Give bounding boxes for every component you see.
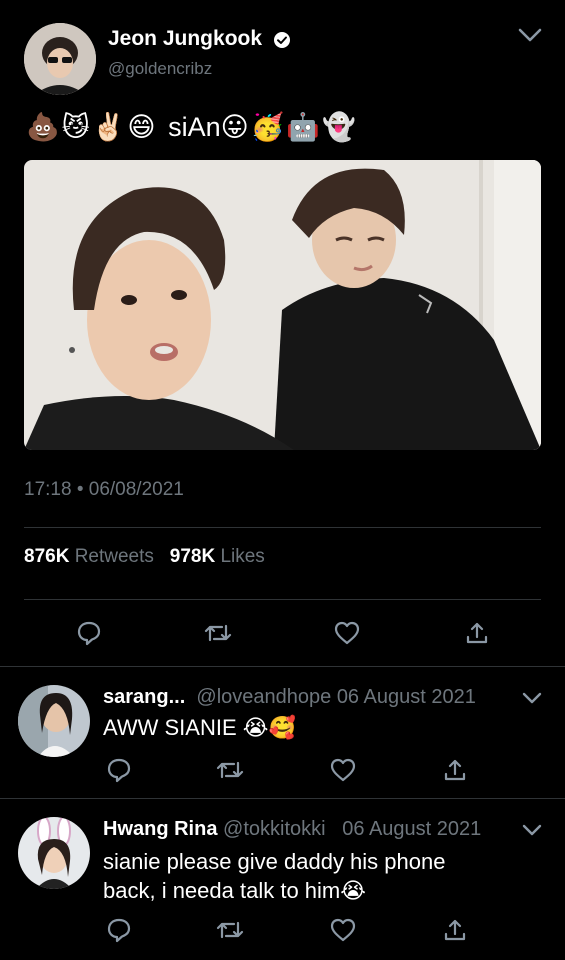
like-icon[interactable]: [333, 620, 361, 646]
divider: [24, 527, 541, 528]
reply-icon[interactable]: [106, 757, 132, 783]
tweet-stats: 876K Retweets 978K Likes: [24, 546, 265, 568]
reply-author-handle[interactable]: @tokkitokki: [223, 818, 326, 840]
verified-badge-icon: [273, 31, 291, 49]
likes-label: Likes: [220, 546, 265, 567]
likes-count: 978K: [169, 546, 216, 567]
reply-text-line: sianie please give daddy his phone: [103, 849, 446, 874]
retweets-stat[interactable]: 876K Retweets: [24, 546, 159, 567]
reply-icon[interactable]: [76, 620, 102, 646]
tweet-emojis-after: 😛🥳🤖👻: [220, 112, 358, 143]
reply-header: Hwang Rina @tokkitokki 06 August 2021: [103, 818, 481, 841]
chevron-down-icon[interactable]: [521, 822, 543, 838]
reply-icon[interactable]: [106, 917, 132, 943]
divider: [0, 798, 565, 799]
author-avatar[interactable]: [24, 23, 96, 95]
retweet-icon[interactable]: [215, 757, 245, 783]
reply-author-name[interactable]: sarang...: [103, 686, 185, 708]
retweet-icon[interactable]: [203, 620, 233, 646]
retweets-label: Retweets: [74, 546, 154, 567]
retweets-count: 876K: [24, 546, 70, 567]
chevron-down-icon[interactable]: [521, 690, 543, 706]
likes-stat[interactable]: 978K Likes: [170, 546, 265, 567]
like-icon[interactable]: [329, 917, 357, 943]
share-icon[interactable]: [465, 620, 489, 646]
reply-date[interactable]: 06 August 2021: [342, 818, 481, 840]
reply-header: sarang... @loveandhope 06 August 2021: [103, 686, 476, 709]
reply-date[interactable]: 06 August 2021: [337, 686, 476, 708]
tweet-word: siAn: [168, 112, 221, 142]
reply-text: sianie please give daddy his phone back,…: [103, 847, 445, 905]
author-handle[interactable]: @goldencribz: [108, 59, 212, 79]
reply-avatar[interactable]: [18, 685, 90, 757]
tweet-emojis-before: 💩😼✌🏻😄: [26, 112, 158, 143]
divider: [0, 666, 565, 667]
reply-text-line: back, i needa talk to him😭: [103, 878, 366, 903]
author-name[interactable]: Jeon Jungkook: [108, 27, 262, 51]
author-name-text[interactable]: Jeon Jungkook: [108, 27, 262, 50]
share-icon[interactable]: [443, 757, 467, 783]
reply-author-name[interactable]: Hwang Rina: [103, 818, 217, 840]
chevron-down-icon[interactable]: [517, 26, 543, 44]
reply-avatar[interactable]: [18, 817, 90, 889]
like-icon[interactable]: [329, 757, 357, 783]
tweet-text: 💩😼✌🏻😄 siAn😛🥳🤖👻: [26, 111, 358, 143]
divider: [24, 599, 541, 600]
tweet-timestamp[interactable]: 17:18 • 06/08/2021: [24, 479, 184, 501]
reply-author-handle[interactable]: @loveandhope: [196, 686, 331, 708]
share-icon[interactable]: [443, 917, 467, 943]
reply-text: AWW SIANIE 😭🥰: [103, 715, 296, 740]
tweet-media-photo[interactable]: [24, 160, 541, 450]
retweet-icon[interactable]: [215, 917, 245, 943]
